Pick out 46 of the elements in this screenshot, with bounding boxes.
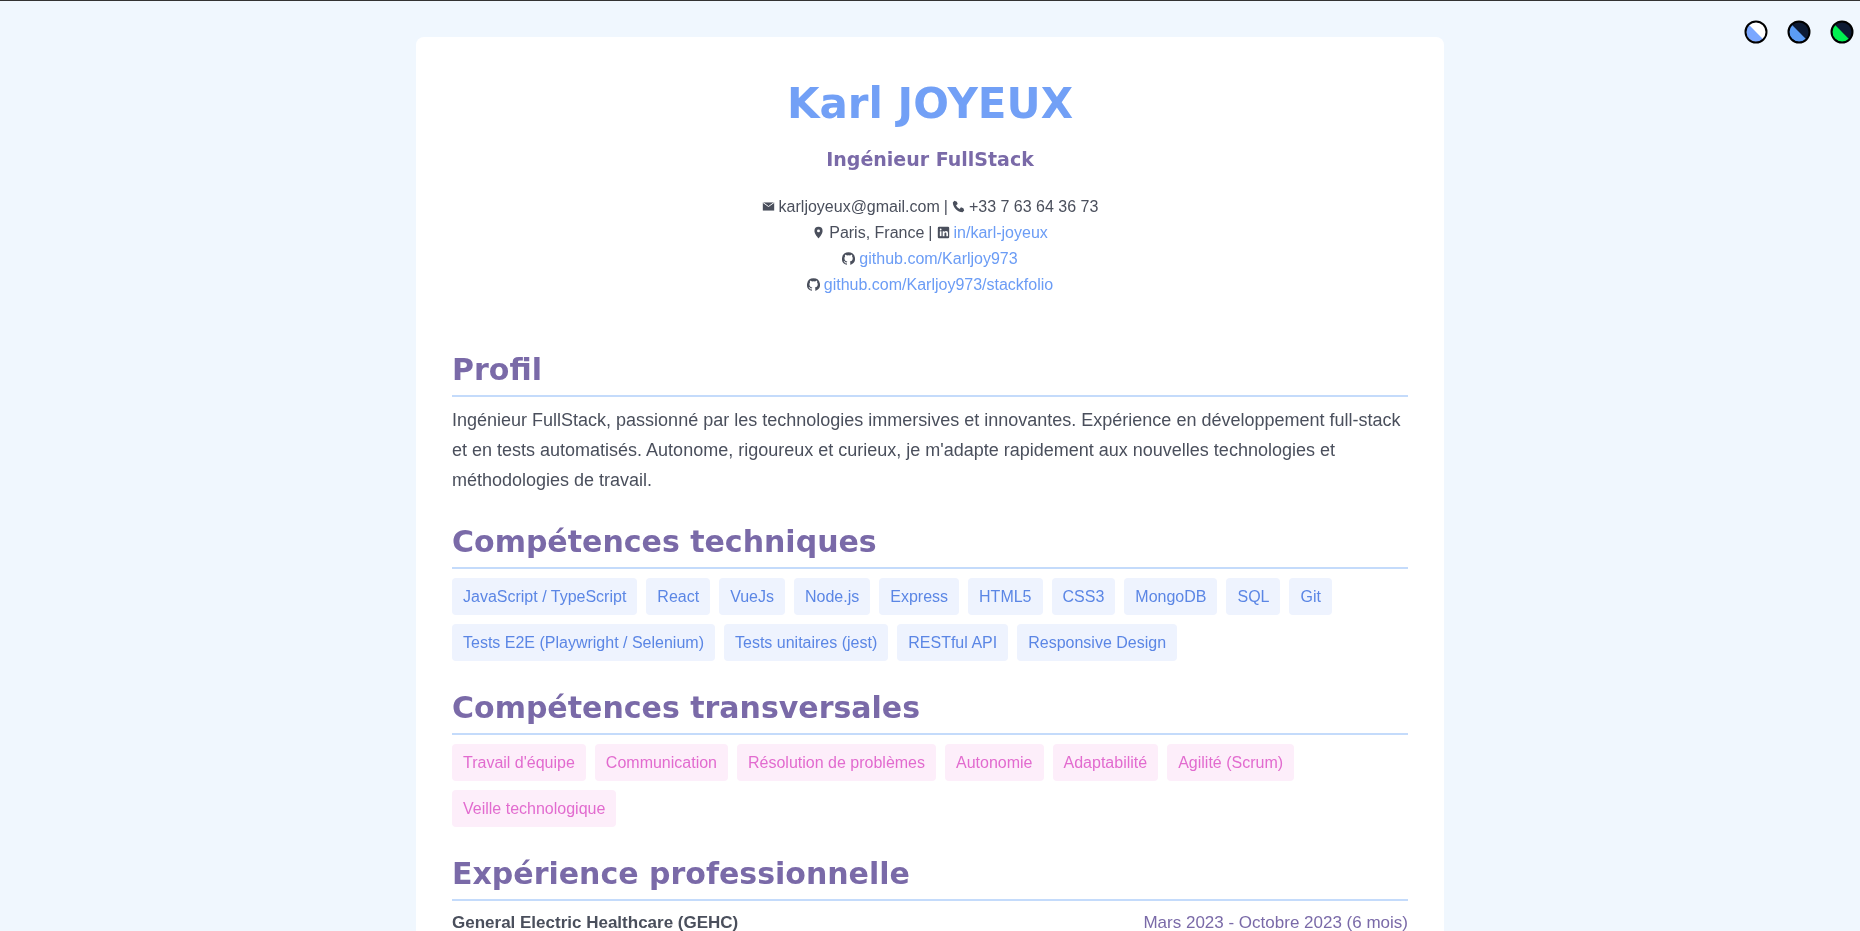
profile-paragraph: Ingénieur FullStack, passionné par les technologies immersives et innovantes. Expérience en développement full-stack et en tests automatisés. Autonome, rigoureux et curieux, je m'adapte rapidement aux nouvelles technologies et méthodologies de travail.: [452, 408, 1402, 492]
linkedin-icon: [936, 226, 950, 240]
skill-tag: CSS3: [1051, 577, 1116, 615]
skill-tag: Tests unitaires (jest): [724, 623, 889, 661]
separator: |: [928, 223, 933, 242]
job-dates: Mars 2023 - Octobre 2023 (6 mois): [1143, 912, 1408, 931]
skill-tag: Communication: [594, 743, 728, 781]
skill-tag: React: [646, 577, 711, 615]
job-title: Ingénieur FullStack: [825, 147, 1035, 170]
skill-tag: Responsive Design: [1017, 623, 1178, 661]
section-heading: Expérience professionnelle: [452, 853, 1408, 901]
theme-button[interactable]: [1744, 20, 1768, 44]
skill-tag: Veille technologique: [452, 789, 617, 827]
separator: |: [943, 197, 948, 216]
contact-text: karljoyeux@gmail.com: [778, 197, 940, 216]
profile-link[interactable]: github.com/Karljoy973: [859, 249, 1018, 268]
skill-tag: Résolution de problèmes: [737, 743, 936, 781]
section-heading: Profil: [452, 349, 1408, 397]
theme-button[interactable]: [1787, 20, 1811, 44]
skill-tag: RESTful API: [897, 623, 1009, 661]
skill-tag: SQL: [1226, 577, 1281, 615]
github-icon: [806, 278, 820, 292]
skill-tag: Autonomie: [945, 743, 1044, 781]
mail-icon: [761, 200, 775, 214]
github-icon: [842, 252, 856, 266]
skill-tag: Express: [879, 577, 960, 615]
skill-tag: Node.js: [794, 577, 871, 615]
skill-tag: MongoDB: [1124, 577, 1218, 615]
contact-text: Paris, France: [829, 223, 925, 242]
skill-tag: Tests E2E (Playwright / Selenium): [452, 623, 715, 661]
profile-link[interactable]: github.com/Karljoy973/stackfolio: [823, 275, 1054, 294]
theme-button[interactable]: [1830, 20, 1854, 44]
skill-tag: JavaScript / TypeScript: [452, 577, 638, 615]
skill-tag: Git: [1289, 577, 1332, 615]
section-heading: Compétences transversales: [452, 687, 1408, 735]
company-name: General Electric Healthcare (GEHC): [452, 912, 739, 931]
person-name: Karl JOYEUX: [785, 78, 1074, 130]
skill-tag: VueJs: [719, 577, 785, 615]
profile-link[interactable]: in/karl-joyeux: [953, 223, 1048, 242]
phone-icon: [951, 200, 965, 214]
skill-tag: Adaptabilité: [1052, 743, 1159, 781]
skill-tag: Agilité (Scrum): [1167, 743, 1295, 781]
contact-text: +33 7 63 64 36 73: [968, 197, 1099, 216]
skill-tag: Travail d'équipe: [452, 743, 586, 781]
skill-tag: HTML5: [968, 577, 1043, 615]
section-heading: Compétences techniques: [452, 521, 1408, 569]
